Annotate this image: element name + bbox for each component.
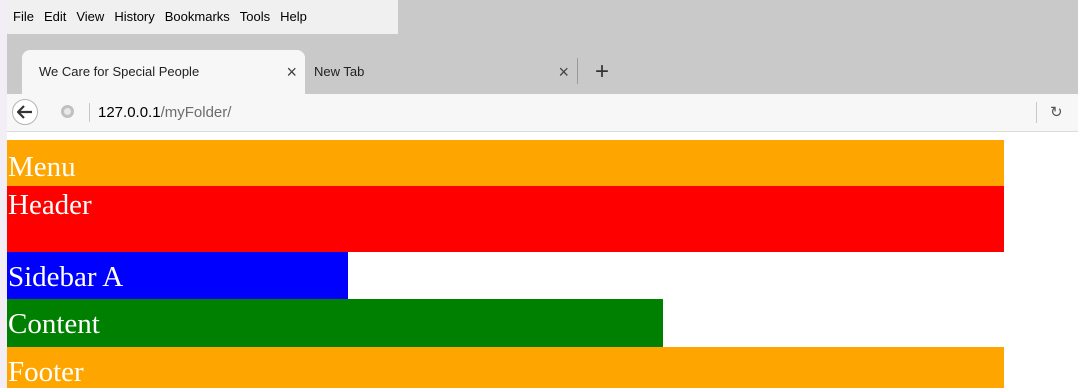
site-info-icon[interactable] [61,105,74,118]
tab-new-tab[interactable]: New Tab × [307,50,577,94]
tab-strip: We Care for Special People × New Tab × + [7,34,1078,94]
url-separator [89,103,90,122]
tab-title: New Tab [314,64,365,79]
tab-title: We Care for Special People [39,64,200,79]
sidebar-block: Sidebar A [7,252,348,299]
menu-view[interactable]: View [71,0,109,34]
tab-divider [577,58,578,84]
new-tab-icon[interactable]: + [591,50,613,94]
navigation-bar: 127.0.0.1/myFolder/ ↻ [7,94,1078,132]
browser-window: File Edit View History Bookmarks Tools H… [7,0,1078,388]
close-tab-icon[interactable]: × [286,50,297,94]
menu-edit[interactable]: Edit [39,0,71,34]
menu-block: Menu [7,140,1004,186]
back-button[interactable] [12,99,38,125]
reload-icon[interactable]: ↻ [1050,94,1063,131]
url-host: 127.0.0.1 [98,104,161,121]
reload-separator [1036,102,1037,123]
url-path: /myFolder/ [160,104,232,121]
content-block: Content [7,299,663,347]
menu-bar: File Edit View History Bookmarks Tools H… [7,0,1078,34]
footer-block: Footer [7,347,1004,388]
page-viewport: Menu Header Sidebar A Content Footer [7,132,1078,388]
back-arrow-icon [17,105,32,119]
menu-bookmarks[interactable]: Bookmarks [160,0,235,34]
tab-we-care[interactable]: We Care for Special People × [22,50,305,94]
url-field[interactable]: 127.0.0.1/myFolder/ [98,94,231,131]
menu-items: File Edit View History Bookmarks Tools H… [7,0,398,34]
header-block: Header [7,186,1004,252]
menu-help[interactable]: Help [275,0,312,34]
menu-tools[interactable]: Tools [235,0,275,34]
menu-file[interactable]: File [7,0,39,34]
close-tab-icon[interactable]: × [558,50,569,94]
menu-history[interactable]: History [109,0,159,34]
